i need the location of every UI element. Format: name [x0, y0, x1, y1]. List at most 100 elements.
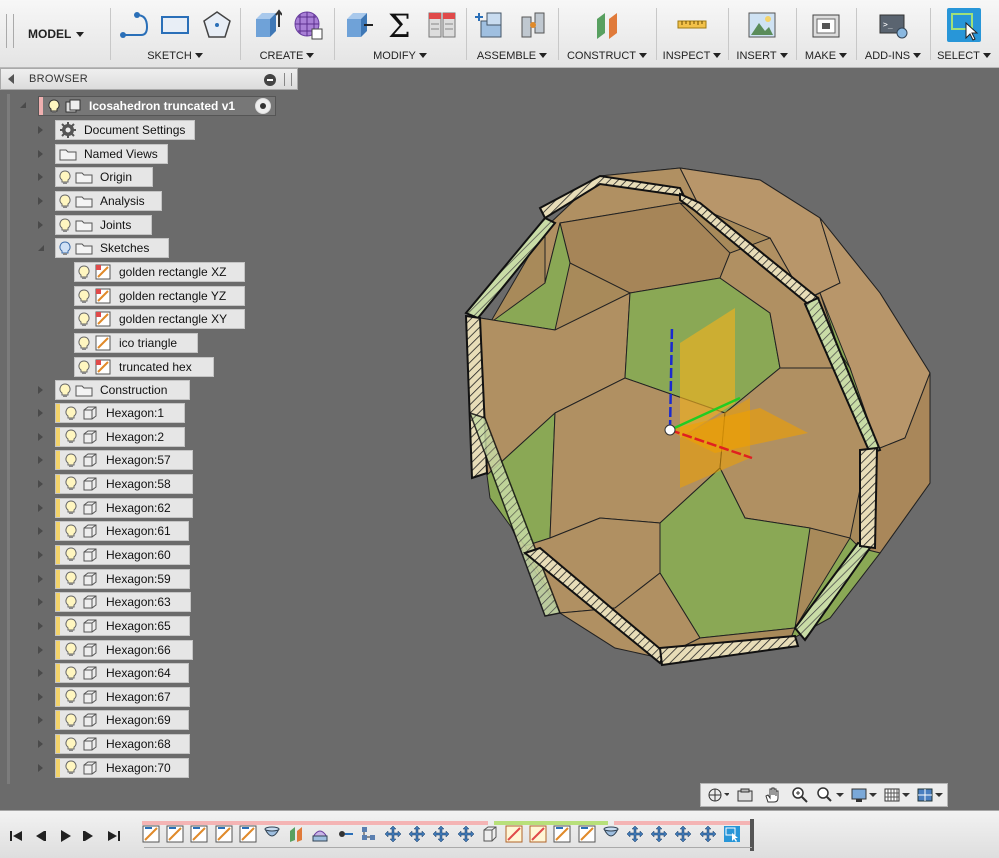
press-pull-icon[interactable] [341, 8, 375, 42]
timeline-feature-sketch-o-icon[interactable] [505, 825, 523, 843]
sketch-item[interactable]: golden rectangle YZ [74, 286, 245, 306]
timeline-feature-move-icon[interactable] [408, 825, 426, 843]
viewports-icon[interactable] [916, 785, 947, 805]
lightbulb-icon[interactable] [75, 288, 93, 304]
timeline-feature-sketch-icon[interactable] [553, 825, 571, 843]
lightbulb-icon[interactable] [62, 547, 80, 562]
step-back-icon[interactable] [31, 827, 49, 845]
body-item[interactable]: Hexagon:69 [55, 710, 189, 731]
display-settings-icon[interactable] [849, 785, 880, 805]
lightbulb-icon[interactable] [62, 666, 80, 681]
lightbulb-icon[interactable] [62, 405, 80, 421]
browser-item-document-settings[interactable]: Document Settings [55, 120, 195, 140]
expand-toggle[interactable] [38, 669, 43, 678]
lightbulb-icon[interactable] [56, 169, 74, 185]
lightbulb-icon[interactable] [75, 335, 93, 351]
root-component[interactable]: Icosahedron truncated v1 [38, 96, 276, 116]
offset-plane-icon[interactable] [590, 8, 624, 42]
lightbulb-icon[interactable] [45, 98, 63, 114]
lightbulb-icon[interactable] [62, 571, 80, 586]
body-item[interactable]: Hexagon:1 [55, 403, 185, 423]
select-menu[interactable]: SELECT [932, 50, 996, 62]
panel-grip[interactable] [284, 73, 292, 86]
expand-toggle[interactable] [38, 386, 43, 394]
measure-icon[interactable] [675, 8, 709, 42]
timeline-feature-move-icon[interactable] [699, 825, 717, 843]
body-item[interactable]: Hexagon:67 [55, 686, 190, 707]
body-item[interactable]: Hexagon:65 [55, 615, 190, 636]
body-item[interactable]: Hexagon:68 [55, 734, 190, 755]
expand-toggle[interactable] [38, 409, 43, 417]
add-ins-menu[interactable]: ADD-INS [858, 50, 928, 62]
look-at-icon[interactable] [732, 785, 757, 805]
timeline-feature-sketch-icon[interactable] [142, 825, 160, 843]
timeline-feature-sketch-icon[interactable] [578, 825, 596, 843]
expand-toggle[interactable] [38, 692, 43, 701]
construct-menu[interactable]: CONSTRUCT [560, 50, 654, 62]
expand-toggle[interactable] [38, 763, 43, 772]
timeline-feature-revolve-icon[interactable] [602, 825, 620, 843]
lightbulb-icon[interactable] [62, 737, 80, 752]
play-icon[interactable] [56, 827, 74, 845]
sketch-menu[interactable]: SKETCH [112, 50, 238, 62]
go-to-end-icon[interactable] [105, 827, 123, 845]
create-menu[interactable]: CREATE [242, 50, 332, 62]
expand-toggle[interactable] [38, 740, 43, 749]
expand-toggle[interactable] [38, 598, 43, 607]
timeline-feature-sketch-icon[interactable] [215, 825, 233, 843]
expand-toggle[interactable] [38, 197, 43, 205]
assemble-menu[interactable]: ASSEMBLE [468, 50, 556, 62]
timeline-feature-move-icon[interactable] [432, 825, 450, 843]
lightbulb-icon[interactable] [62, 713, 80, 728]
lightbulb-icon[interactable] [75, 359, 93, 375]
lightbulb-icon[interactable] [62, 500, 80, 515]
sketch-item[interactable]: ico triangle [74, 333, 198, 353]
rectangle-tool-icon[interactable] [158, 8, 192, 42]
body-item[interactable]: Hexagon:63 [55, 592, 191, 613]
timeline-feature-body-icon[interactable] [481, 825, 499, 843]
collapse-toggle[interactable] [38, 245, 44, 251]
body-item[interactable]: Hexagon:2 [55, 426, 185, 447]
timeline-feature-move-icon[interactable] [626, 825, 644, 843]
expand-toggle[interactable] [38, 574, 43, 583]
lightbulb-icon[interactable] [62, 642, 80, 657]
insert-menu[interactable]: INSERT [730, 50, 794, 62]
lightbulb-icon[interactable] [75, 311, 93, 327]
expand-toggle[interactable] [38, 126, 43, 134]
sketch-item[interactable]: truncated hex [74, 357, 214, 377]
body-item[interactable]: Hexagon:61 [55, 521, 189, 542]
expand-toggle[interactable] [38, 173, 43, 181]
scripts-icon[interactable]: >_ [876, 8, 910, 42]
make-menu[interactable]: MAKE [798, 50, 854, 62]
step-forward-icon[interactable] [80, 827, 98, 845]
expand-toggle[interactable] [38, 150, 43, 158]
timeline-feature-point-icon[interactable] [336, 825, 354, 843]
browser-item-construction[interactable]: Construction [55, 380, 190, 400]
expand-toggle[interactable] [38, 479, 43, 488]
inspect-menu[interactable]: INSPECT [658, 50, 726, 62]
zoom-icon[interactable] [787, 785, 812, 805]
expand-toggle[interactable] [38, 621, 43, 630]
browser-item-named-views[interactable]: Named Views [55, 144, 168, 164]
browser-scrollbar[interactable] [7, 94, 10, 784]
timeline-feature-sketch-icon[interactable] [190, 825, 208, 843]
timeline-feature-sketch-icon[interactable] [239, 825, 257, 843]
expand-toggle[interactable] [38, 503, 43, 512]
timeline-feature-sketch-o-icon[interactable] [529, 825, 547, 843]
body-item[interactable]: Hexagon:64 [55, 663, 189, 684]
grid-settings-icon[interactable] [883, 785, 914, 805]
joint-icon[interactable] [516, 8, 550, 42]
browser-item-analysis[interactable]: Analysis [55, 191, 162, 211]
lightbulb-icon[interactable] [62, 524, 80, 539]
lightbulb-icon[interactable] [75, 264, 93, 280]
body-item[interactable]: Hexagon:66 [55, 639, 193, 660]
timeline-feature-select-icon[interactable] [723, 825, 741, 843]
timeline-feature-sketch-icon[interactable] [166, 825, 184, 843]
lightbulb-icon[interactable] [56, 217, 74, 233]
timeline-feature-plane-icon[interactable] [287, 825, 305, 843]
insert-image-icon[interactable] [745, 8, 779, 42]
go-to-start-icon[interactable] [7, 827, 25, 845]
timeline-feature-move-icon[interactable] [457, 825, 475, 843]
timeline-feature-move-icon[interactable] [650, 825, 668, 843]
body-item[interactable]: Hexagon:58 [55, 473, 193, 494]
